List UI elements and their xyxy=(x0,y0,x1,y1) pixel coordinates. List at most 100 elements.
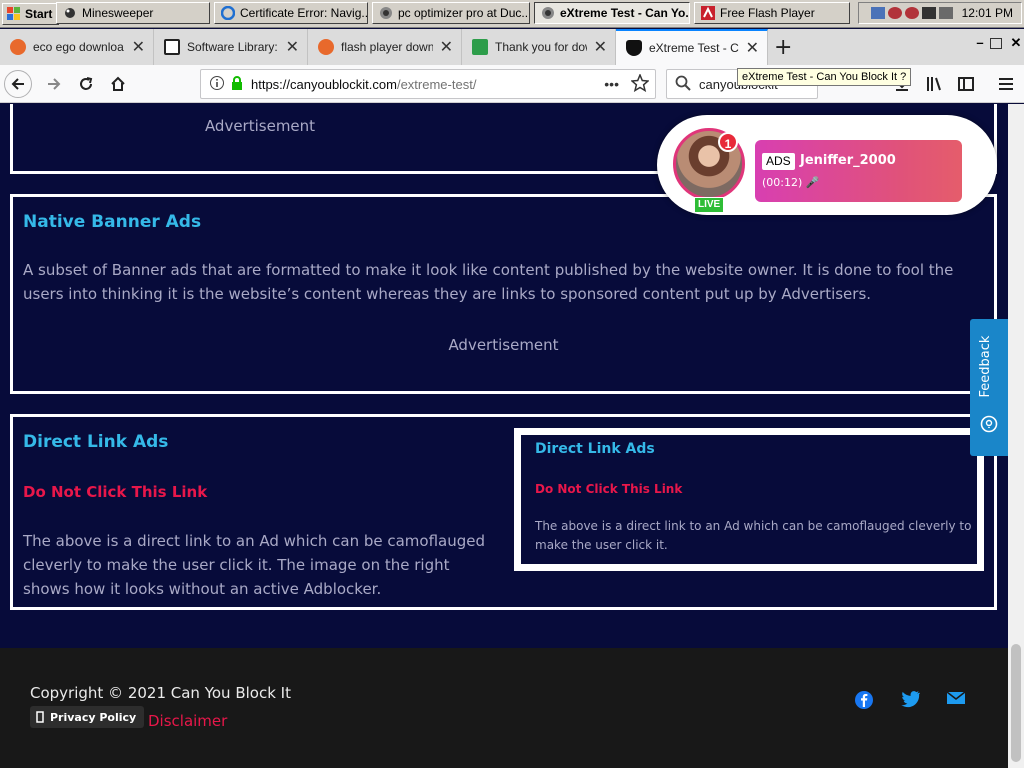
feedback-chat-icon xyxy=(980,415,998,437)
close-icon[interactable]: ✕ xyxy=(746,38,759,58)
advertisement-label: Advertisement xyxy=(204,117,316,135)
tab-extreme-test[interactable]: eXtreme Test - Can ✕ xyxy=(616,29,768,65)
privacy-policy-label: Privacy Policy xyxy=(50,710,137,724)
home-icon xyxy=(111,76,125,91)
disclaimer-link[interactable]: Disclaimer xyxy=(148,712,227,730)
tab-title: eXtreme Test - Can xyxy=(649,41,739,55)
site-footer: Copyright © 2021 Can You Block It Privac… xyxy=(0,648,1008,768)
text-line: The above is a direct link to an Ad whic… xyxy=(535,519,972,533)
new-tab-button[interactable]: + xyxy=(774,35,792,60)
live-username: Jeniffer_2000 xyxy=(800,153,896,168)
microphone-icon: 🎤 xyxy=(805,176,820,189)
tray-app-icon[interactable] xyxy=(904,7,919,19)
download-site-icon xyxy=(472,39,488,55)
url-domain: https://canyoublockit.com xyxy=(251,76,397,92)
advertisement-label: Advertisement xyxy=(448,336,559,354)
live-badge: LIVE xyxy=(694,197,725,213)
direct-link-preview-image: Direct Link Ads Do Not Click This Link T… xyxy=(514,428,984,571)
tab-title: Software Library: F xyxy=(187,40,279,54)
privacy-policy-button[interactable]: Privacy Policy xyxy=(30,706,145,728)
back-button[interactable] xyxy=(4,70,32,98)
tab-title: eco ego downloa xyxy=(33,40,124,54)
duckduckgo-icon xyxy=(318,39,334,55)
tab-flash-player[interactable]: flash player downl ✕ xyxy=(308,29,462,65)
twitter-icon[interactable] xyxy=(900,690,920,710)
section-text: A subset of Banner ads that are formatte… xyxy=(23,258,983,306)
tab-title: Thank you for dow xyxy=(495,40,587,54)
tab-software-library[interactable]: Software Library: F ✕ xyxy=(154,29,308,65)
restore-button[interactable] xyxy=(990,38,1002,49)
start-button[interactable]: Start xyxy=(2,2,60,25)
feedback-tab[interactable]: Feedback xyxy=(970,319,1008,456)
preview-link: Do Not Click This Link xyxy=(535,482,683,496)
minimize-button[interactable]: – xyxy=(972,35,988,51)
keyboard-icon[interactable] xyxy=(870,7,885,19)
task-certificate-error[interactable]: Certificate Error: Navig... xyxy=(214,2,368,24)
page-scrollbar[interactable] xyxy=(1008,104,1024,768)
text-line: A subset of Banner ads that are formatte… xyxy=(23,261,954,279)
url-text[interactable]: https://canyoublockit.com/extreme-test/ xyxy=(251,77,476,92)
ie-icon xyxy=(220,5,236,21)
close-icon[interactable]: ✕ xyxy=(286,37,299,57)
live-timer: (00:12) 🎤 xyxy=(762,176,820,189)
forward-button[interactable] xyxy=(40,70,68,98)
sidebar-icon[interactable] xyxy=(958,76,974,96)
reload-button[interactable] xyxy=(72,70,100,98)
flash-player-icon xyxy=(701,6,715,20)
close-icon[interactable]: ✕ xyxy=(132,37,145,57)
section-title: Native Banner Ads xyxy=(23,212,202,232)
menu-icon[interactable] xyxy=(998,76,1014,96)
preview-inner: Direct Link Ads Do Not Click This Link T… xyxy=(521,435,977,564)
text-line: make the user click it. xyxy=(535,538,668,552)
home-button[interactable] xyxy=(104,70,132,98)
close-window-button[interactable]: ✕ xyxy=(1008,35,1024,51)
start-label: Start xyxy=(25,6,53,21)
duckduckgo-icon xyxy=(10,39,26,55)
live-chat-ad-widget[interactable]: 1 LIVE ADS Jeniffer_2000 (00:12) 🎤 xyxy=(657,115,997,215)
task-label: Free Flash Player xyxy=(720,6,815,20)
preview-title: Direct Link Ads xyxy=(535,441,655,457)
volume-icon[interactable] xyxy=(938,7,953,19)
tab-thank-you[interactable]: Thank you for dow ✕ xyxy=(462,29,616,65)
tab-title: flash player downl xyxy=(341,40,433,54)
tab-eco-ego[interactable]: eco ego downloa ✕ xyxy=(0,29,154,65)
forward-arrow-icon xyxy=(48,78,61,90)
lock-icon[interactable] xyxy=(231,75,243,93)
clock[interactable]: 12:01 PM xyxy=(962,6,1013,20)
minesweeper-icon xyxy=(63,6,77,20)
task-label: Certificate Error: Navig... xyxy=(240,6,368,20)
email-icon[interactable] xyxy=(946,690,966,710)
tray-app-icon[interactable] xyxy=(887,7,902,19)
battery-icon[interactable] xyxy=(921,7,936,19)
task-label: pc optimizer pro at Duc... xyxy=(398,6,530,20)
url-bar[interactable]: https://canyoublockit.com/extreme-test/ … xyxy=(200,69,656,99)
close-icon[interactable]: ✕ xyxy=(440,37,453,57)
do-not-click-link[interactable]: Do Not Click This Link xyxy=(23,483,207,501)
scrollbar-thumb[interactable] xyxy=(1011,644,1021,762)
library-icon[interactable] xyxy=(926,76,944,96)
system-tray: 12:01 PM xyxy=(858,2,1022,24)
task-extreme-test[interactable]: eXtreme Test - Can Yo... xyxy=(534,2,690,24)
close-icon[interactable]: ✕ xyxy=(594,37,607,57)
url-path: /extreme-test/ xyxy=(396,76,477,92)
preview-text: The above is a direct link to an Ad whic… xyxy=(535,517,971,555)
privacy-icon xyxy=(36,711,44,723)
text-line: users into thinking it is the website’s … xyxy=(23,285,872,303)
live-message-card[interactable]: ADS Jeniffer_2000 (00:12) 🎤 xyxy=(755,140,962,202)
page-actions-icon[interactable]: ••• xyxy=(604,76,619,92)
native-banner-section: Native Banner Ads A subset of Banner ads… xyxy=(10,194,997,394)
text-line: shows how it looks without an active Adb… xyxy=(23,580,382,598)
browser-tab-strip: eco ego downloa ✕ Software Library: F ✕ … xyxy=(0,29,1024,65)
shield-icon xyxy=(626,40,642,56)
info-icon[interactable] xyxy=(209,75,225,94)
text-line: cleverly to make the user click it. The … xyxy=(23,556,450,574)
task-free-flash-player[interactable]: Free Flash Player xyxy=(694,2,850,24)
task-label: Minesweeper xyxy=(82,6,154,20)
task-label: eXtreme Test - Can Yo... xyxy=(560,6,690,20)
task-pc-optimizer[interactable]: pc optimizer pro at Duc... xyxy=(372,2,530,24)
facebook-icon[interactable] xyxy=(854,690,874,710)
bookmark-star-icon[interactable] xyxy=(630,73,650,95)
tab-tooltip: eXtreme Test - Can You Block It ? xyxy=(737,68,912,86)
section-title: Direct Link Ads xyxy=(23,432,169,452)
task-minesweeper[interactable]: Minesweeper xyxy=(56,2,210,24)
